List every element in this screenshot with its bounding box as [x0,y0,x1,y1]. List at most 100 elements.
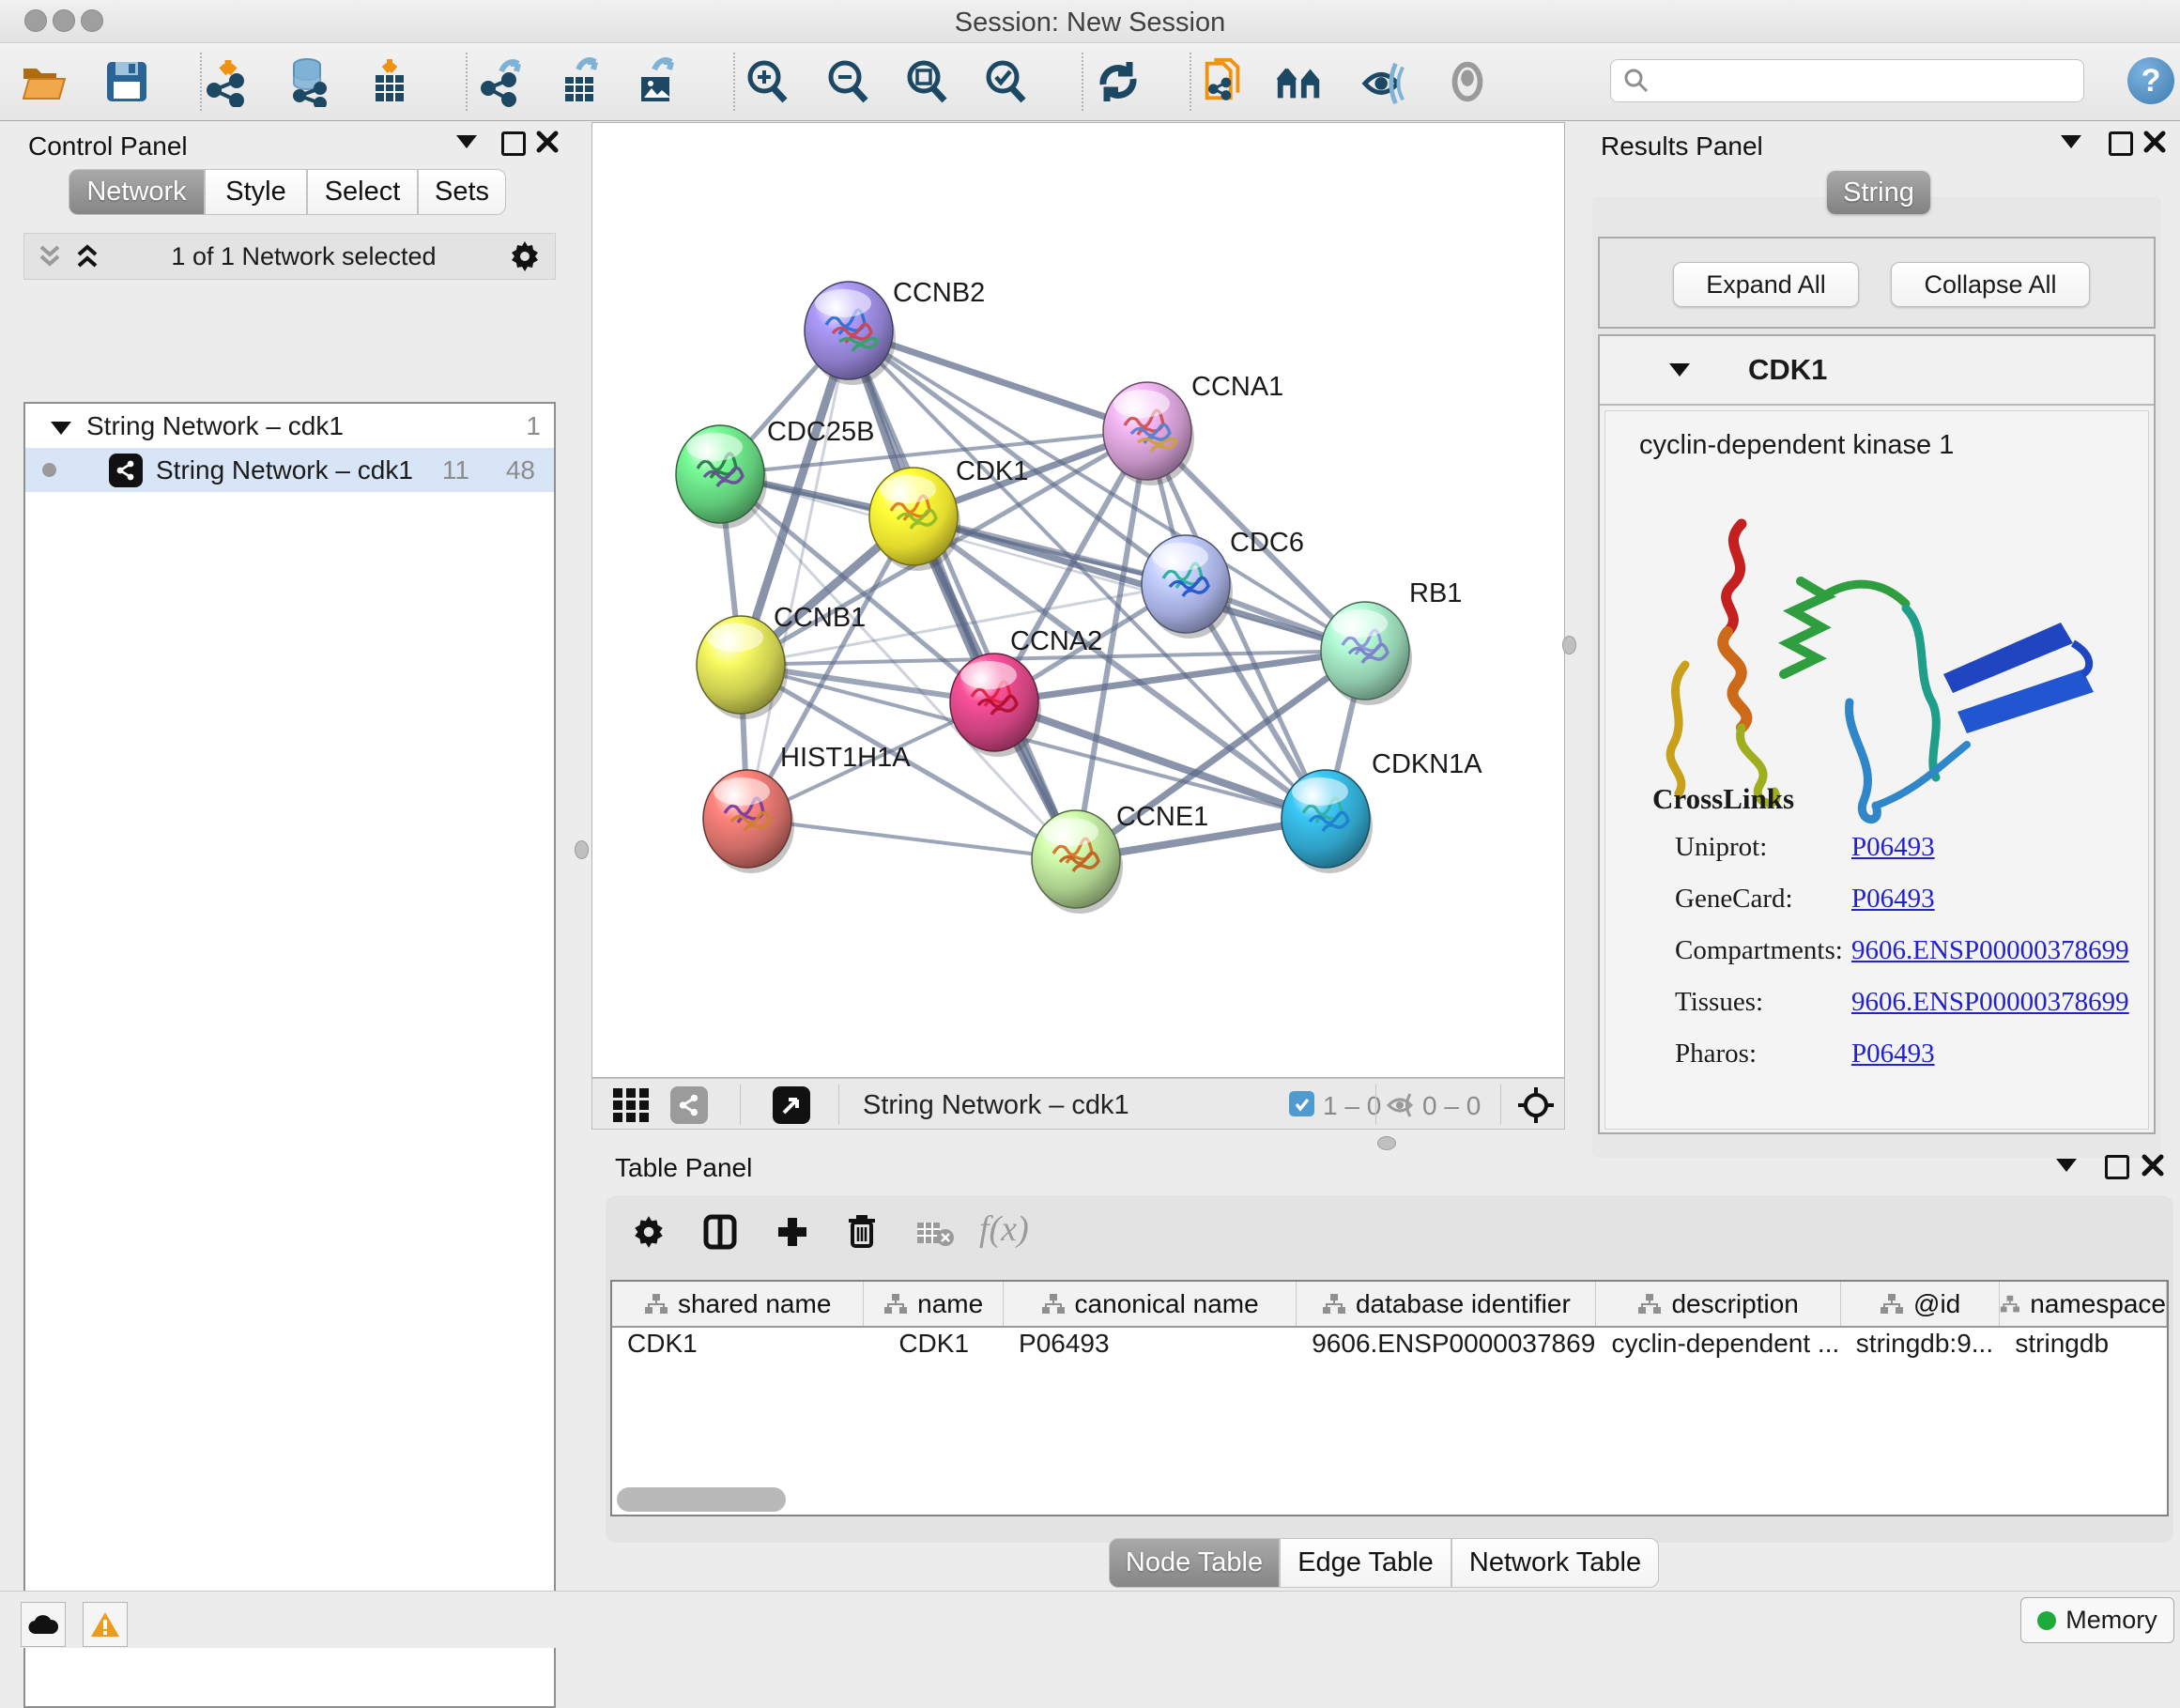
table-cell[interactable]: stringdb [2000,1329,2167,1359]
table-cell[interactable]: CDK1 [612,1329,864,1359]
save-session-icon[interactable] [101,56,152,107]
column-header-description[interactable]: description [1596,1282,1840,1326]
birdseye-view-icon[interactable] [773,1086,810,1124]
toolbar-separator [1190,53,1191,111]
column-header-name[interactable]: name [864,1282,1004,1326]
edge-count: 48 [506,455,535,485]
table-panel-close-icon[interactable] [2141,1153,2165,1177]
table-settings-gear-icon[interactable] [631,1214,667,1250]
table-cell[interactable]: CDK1 [864,1329,1004,1359]
column-header-canonical-name[interactable]: canonical name [1004,1282,1297,1326]
node-HIST1H1A[interactable]: HIST1H1A [703,743,911,873]
crosslink-link[interactable]: P06493 [1851,884,1935,915]
expand-all-icon[interactable] [75,243,100,269]
crosslink-label: Pharos: [1675,1039,1757,1069]
expand-all-button[interactable]: Expand All [1673,262,1859,307]
import-network-database-icon[interactable] [284,56,335,107]
tab-style[interactable]: Style [205,169,307,215]
left-splitter-handle[interactable] [575,840,589,859]
table-row[interactable]: CDK1CDK1P064939606.ENSP00000378699cyclin… [612,1328,2167,1360]
tab-sets[interactable]: Sets [418,169,506,215]
tab-network[interactable]: Network [69,169,205,215]
node-CCNA1[interactable]: CCNA1 [1103,372,1283,485]
import-table-icon[interactable] [364,56,415,107]
hide-selected-icon[interactable] [1359,56,1410,107]
export-table-icon[interactable] [556,56,606,107]
search-input[interactable] [1610,59,2084,102]
zoom-fit-icon[interactable] [901,56,952,107]
tab-node-table[interactable]: Node Table [1109,1538,1280,1588]
control-panel-menu-icon[interactable] [456,135,477,148]
export-image-icon[interactable] [632,56,683,107]
node-RB1[interactable]: RB1 [1321,578,1462,705]
network-tree-root-row[interactable]: String Network – cdk1 1 [25,404,554,448]
gear-icon[interactable] [508,239,542,273]
collapse-all-button[interactable]: Collapse All [1891,262,2090,307]
node-CCNE1[interactable]: CCNE1 [1032,802,1208,914]
zoom-out-icon[interactable] [822,56,873,107]
table-panel-float-icon[interactable] [2105,1155,2129,1179]
import-network-file-icon[interactable] [203,56,253,107]
warnings-button[interactable] [83,1602,128,1647]
collapse-all-icon[interactable] [38,243,62,269]
memory-status-dot [2037,1611,2056,1630]
results-panel-close-icon[interactable] [2142,130,2167,154]
control-panel-float-icon[interactable] [501,131,526,156]
gene-description: cyclin-dependent kinase 1 [1639,430,1954,461]
gene-collapse-arrow-icon[interactable] [1669,363,1690,377]
node-CDKN1A[interactable]: CDKN1A [1282,749,1482,873]
table-cell[interactable]: stringdb:9... [1841,1329,2001,1359]
tab-string[interactable]: String [1827,171,1930,214]
tab-network-table[interactable]: Network Table [1451,1538,1659,1588]
tab-edge-table[interactable]: Edge Table [1280,1538,1451,1588]
horizontal-scrollbar[interactable] [617,1487,786,1512]
delete-table-icon [915,1220,955,1248]
crosslink-link[interactable]: P06493 [1851,1039,1935,1069]
table-cell[interactable]: cyclin-dependent ... [1596,1329,1840,1359]
fit-selection-crosshair-icon[interactable] [1516,1085,1556,1125]
collection-count: 1 [526,411,541,441]
first-neighbors-icon[interactable] [1274,56,1325,107]
column-header-database-identifier[interactable]: database identifier [1297,1282,1596,1326]
column-header--id[interactable]: @id [1841,1282,2001,1326]
collapse-arrow-icon[interactable] [51,411,71,441]
table-cell[interactable]: P06493 [1004,1329,1297,1359]
results-panel-float-icon[interactable] [2109,131,2133,156]
selected-nodes-checkbox[interactable] [1289,1091,1314,1116]
node-CDC25B[interactable]: CDC25B [676,417,874,529]
cloud-status-button[interactable] [21,1602,66,1647]
memory-button[interactable]: Memory [2020,1597,2174,1643]
export-network-icon[interactable] [477,56,528,107]
open-session-icon[interactable] [19,56,69,107]
crosslink-link[interactable]: 9606.ENSP00000378699 [1851,935,2129,966]
network-canvas[interactable]: CCNB2CCNA1CDC25BCDK1CDC6RB1CCNB1CCNA2CDK… [591,122,1565,1078]
network-share-icon[interactable] [670,1086,708,1124]
show-columns-icon[interactable] [702,1214,738,1250]
table-panel-menu-icon[interactable] [2056,1159,2077,1172]
crosslink-link[interactable]: P06493 [1851,832,1935,863]
zoom-in-icon[interactable] [742,56,792,107]
gene-header-row[interactable]: CDK1 [1600,336,2154,406]
new-network-from-selection-icon[interactable] [1198,56,1249,107]
show-all-icon[interactable] [1442,56,1493,107]
crosslink-link[interactable]: 9606.ENSP00000378699 [1851,987,2129,1018]
zoom-selected-icon[interactable] [980,56,1031,107]
grid-view-icon[interactable] [611,1085,652,1126]
add-column-plus-icon[interactable] [775,1214,810,1250]
results-panel-menu-icon[interactable] [2061,135,2081,148]
node-label-CCNB2: CCNB2 [893,278,985,308]
refresh-layout-icon[interactable] [1093,56,1144,107]
network-tree: String Network – cdk1 1 String Network –… [23,402,556,1708]
tab-select[interactable]: Select [307,169,418,215]
network-selected-status: 1 of 1 Network selected [100,242,508,271]
right-splitter-handle[interactable] [1562,636,1576,654]
network-tree-row-selected[interactable]: String Network – cdk1 11 48 [25,448,554,492]
delete-column-trash-icon[interactable] [844,1212,880,1250]
column-header-namespace[interactable]: namespace [2000,1282,2167,1326]
control-panel-close-icon[interactable] [535,130,560,154]
help-button[interactable]: ? [2127,57,2174,104]
edge-HIST1H1A-CCNE1[interactable] [747,819,1076,859]
column-header-shared-name[interactable]: shared name [612,1282,864,1326]
network-name-label: String Network – cdk1 [156,455,413,485]
table-cell[interactable]: 9606.ENSP00000378699 [1297,1329,1596,1359]
